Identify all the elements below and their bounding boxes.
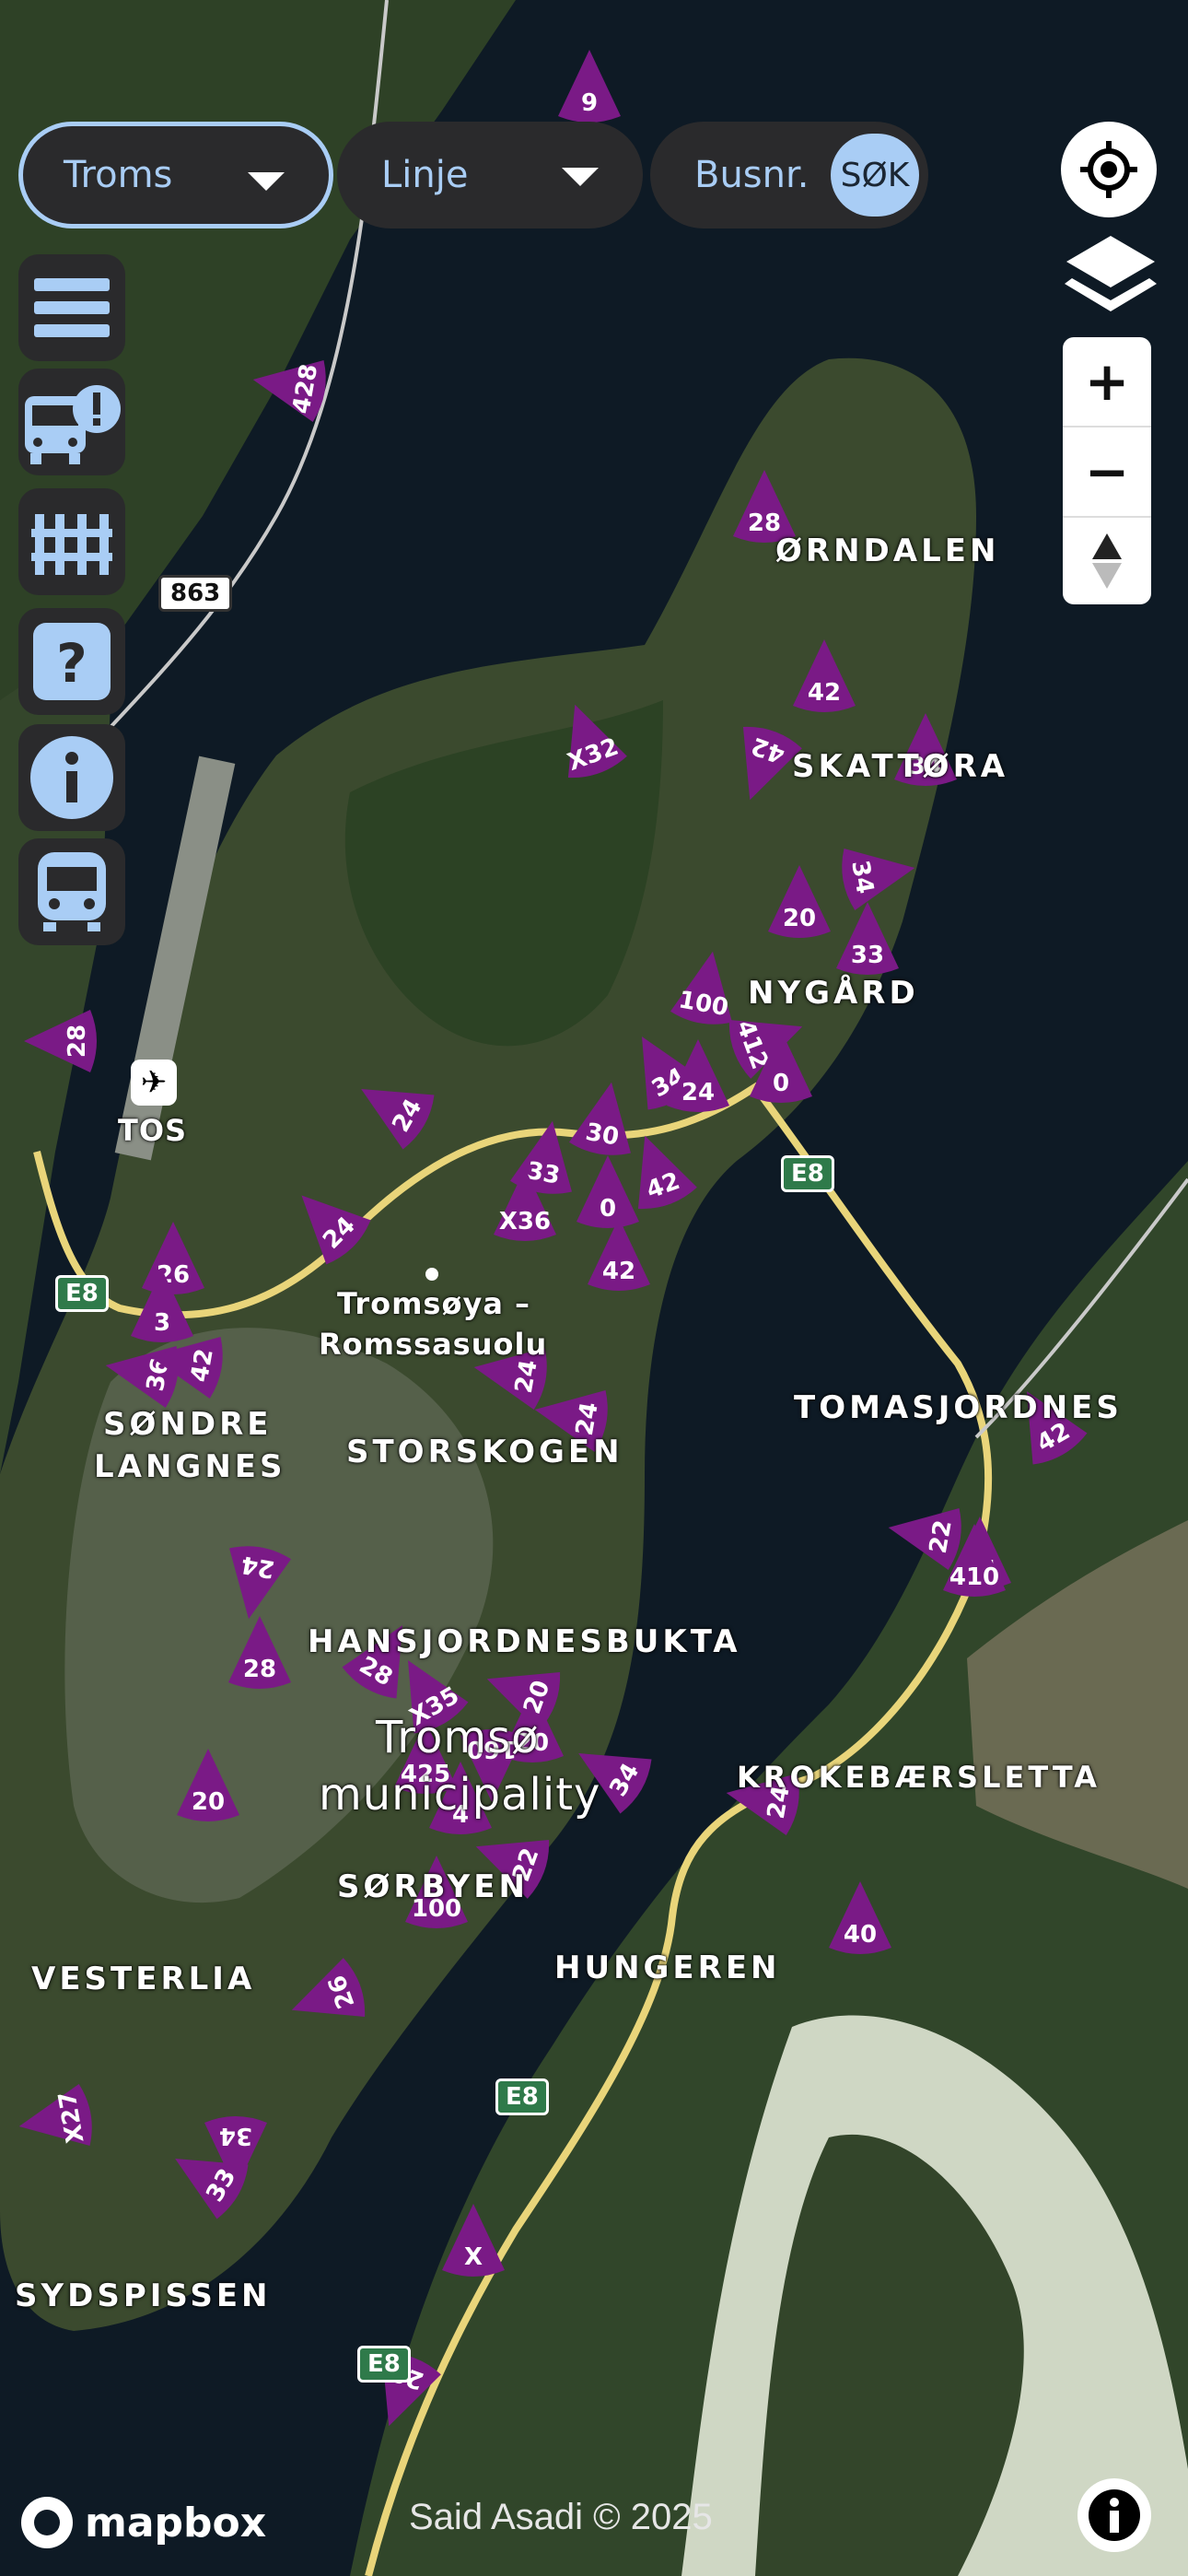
map-canvas[interactable]: 4282842X32 42 3420343310041203430242433 42X… [0,0,1188,2576]
road-shield: E8 [495,2078,549,2115]
menu-icon [34,278,110,337]
info-icon [30,736,113,819]
region-filter-dropdown[interactable]: Troms [18,122,333,228]
locate-button[interactable] [1061,122,1157,217]
layers-button[interactable] [1059,230,1162,322]
zoom-in-button[interactable]: + [1063,337,1151,426]
bus-marker-label: 24 [681,1079,715,1107]
bus-marker-label: 20 [192,1788,225,1816]
bus-marker-label: 24 [510,1358,543,1396]
map-credit: Said Asadi © 2025 [409,2497,713,2537]
train-button[interactable] [18,838,125,945]
bus-number-filter[interactable]: Busnr. SØK [650,122,928,228]
line-filter-dropdown[interactable]: Linje [337,122,643,228]
bus-marker-label: 410 [949,1563,999,1591]
compass-icon [1092,533,1122,589]
road-shield: E8 [781,1155,834,1192]
bus-marker-label: 28 [64,1025,91,1058]
place-label: Tromsøya – [337,1286,531,1321]
compass-button[interactable] [1063,518,1151,604]
bus-marker-label: X [464,2243,483,2271]
bus-marker-label: 34 [845,859,879,896]
bus-marker-label: X36 [499,1208,551,1235]
place-label: NYGÅRD [748,975,919,1012]
bus-marker-label: 24 [571,1400,604,1438]
info-icon [1089,2489,1140,2541]
bus-marker-label: 42 [186,1347,219,1385]
menu-button[interactable] [18,254,125,361]
place-dot [425,1268,438,1281]
locate-icon [1080,141,1137,198]
bus-marker-label: 24 [239,1550,277,1583]
place-label: ØRNDALEN [775,533,1000,569]
mapbox-logo[interactable]: mapbox [18,2493,266,2552]
road-shield: E8 [357,2346,411,2383]
help-button[interactable]: ? [18,608,125,715]
chevron-down-icon [562,168,599,186]
place-label: municipality [319,1769,601,1821]
zoom-control: + − [1063,337,1151,604]
place-label: TOMASJORDNES [794,1389,1123,1426]
region-filter-label: Troms [64,154,173,196]
bus-marker-label: 0 [600,1195,616,1223]
place-label: SKATTØRA [792,748,1009,785]
place-label: TOS [118,1113,188,1148]
bus-number-label: Busnr. [694,154,809,196]
bus-alert-icon [25,385,121,464]
airport-icon: ✈ [131,1060,177,1106]
mapbox-logo-icon [21,2497,73,2548]
zoom-out-button[interactable]: − [1063,427,1151,516]
place-label: KROKEBÆRSLETTA [737,1760,1101,1795]
bus-marker-label: 34 [219,2122,252,2149]
place-label: SØNDRE [103,1406,273,1443]
place-label: Tromsø [376,1712,540,1763]
help-icon: ? [33,623,111,700]
bus-marker-label: 42 [602,1258,635,1285]
place-label: STORSKOGEN [346,1434,623,1470]
place-label: HANSJORDNESBUKTA [308,1623,741,1660]
bus-marker-label: 30 [583,1118,621,1152]
bus-marker-label: 33 [851,942,884,969]
place-label: LANGNES [94,1448,286,1485]
bus-marker-label: 3 [154,1309,170,1337]
bus-marker-label: 22 [925,1518,958,1556]
train-icon [38,852,106,931]
bus-marker-label: 28 [243,1656,276,1683]
road-shield: 863 [158,575,233,612]
bus-marker-label: 40 [844,1921,877,1949]
svg-text:?: ? [56,632,87,695]
bus-marker-label: 20 [783,905,816,932]
place-label: Romssasuolu [319,1327,548,1362]
bus-marker-label: 42 [808,679,841,707]
layers-icon [1065,236,1157,311]
place-label: SYDSPISSEN [15,2277,272,2314]
info-button[interactable] [18,724,125,831]
place-label: SØRBYEN [337,1868,529,1905]
fence-button[interactable] [18,488,125,595]
attribution-info-button[interactable] [1077,2478,1151,2552]
search-button[interactable]: SØK [831,134,919,217]
place-label: HUNGEREN [554,1950,781,1986]
fence-icon [31,514,112,575]
road-shield: E8 [55,1275,109,1312]
bus-alerts-button[interactable] [18,369,125,475]
place-label: VESTERLIA [31,1961,256,1997]
line-filter-label: Linje [381,154,469,196]
bus-marker-label: 0 [773,1070,789,1097]
mapbox-logo-text: mapbox [85,2499,267,2547]
bus-marker-label: 9 [581,89,598,117]
chevron-down-icon [248,172,285,191]
